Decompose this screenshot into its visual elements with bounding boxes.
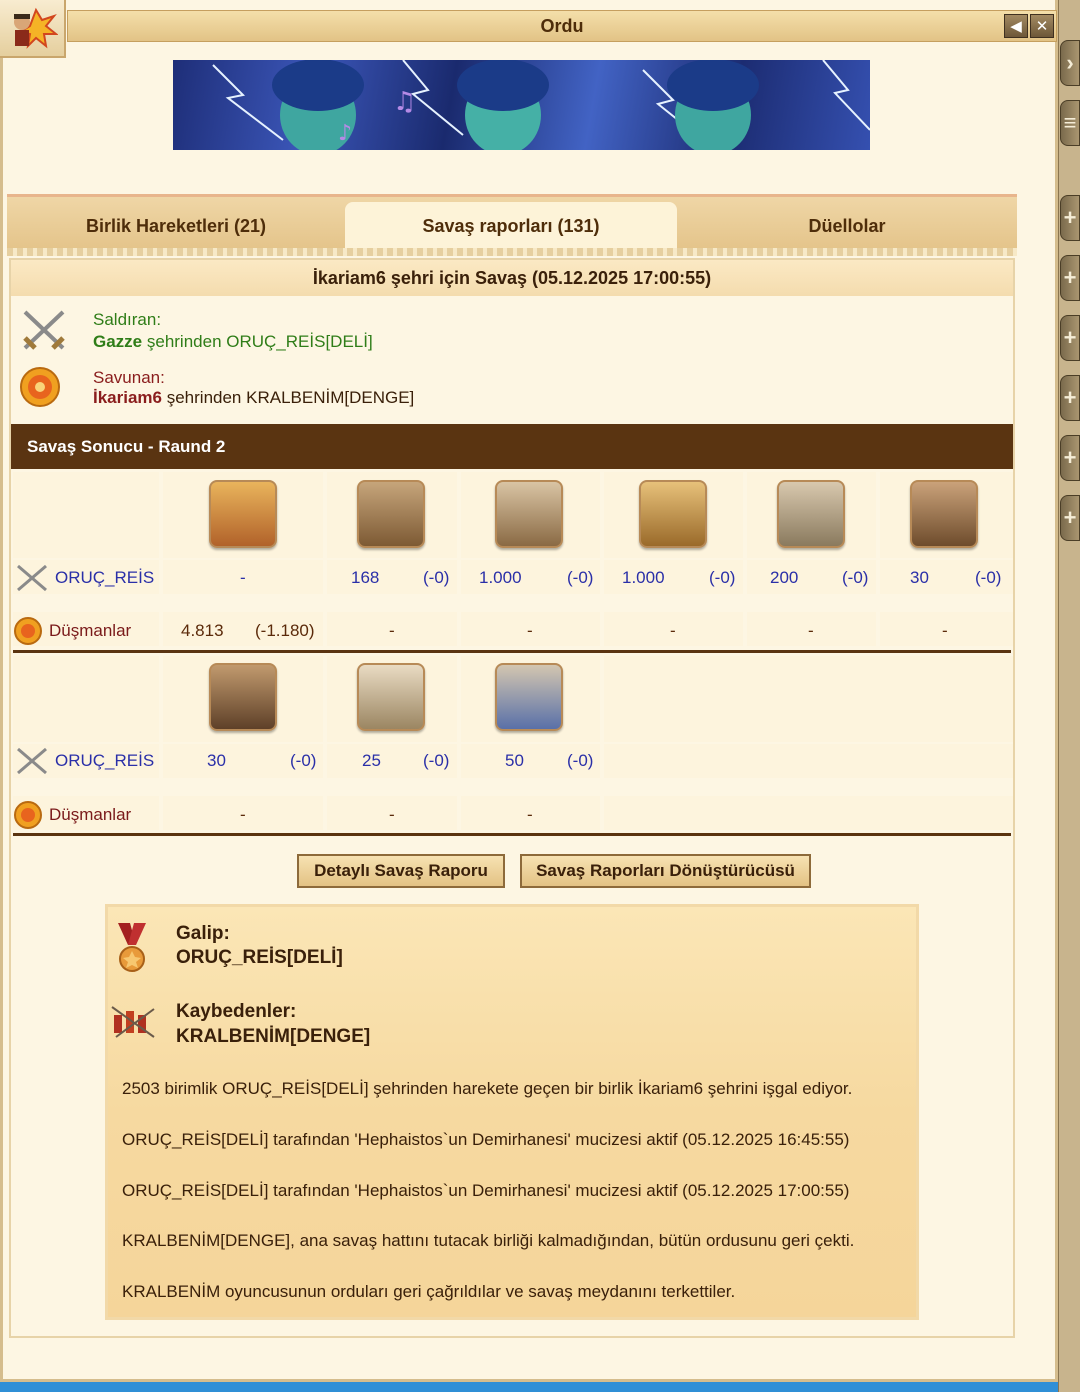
enemy-unit-loss: (-1.180) (255, 621, 315, 640)
unit-phalanx-icon[interactable] (639, 480, 707, 548)
window-title-bar: Ordu ◀ ✕ (67, 10, 1057, 42)
loser-label: Kaybedenler: (176, 1001, 297, 1022)
crossed-swords-icon (19, 308, 69, 357)
defender-label: Savunan: (93, 368, 165, 387)
tab-bar: Birlik Hareketleri (21) Savaş raporları … (7, 194, 1017, 250)
own-unit-loss: (-0) (423, 568, 450, 587)
own-unit-loss: (-0) (567, 751, 594, 770)
sidebar-plus-icon[interactable]: + (1060, 495, 1080, 541)
round-title: Savaş Sonucu - Raund 2 (11, 424, 1013, 469)
own-unit-loss: (-0) (290, 751, 317, 770)
own-player-link[interactable]: ORUÇ_REİS (55, 568, 154, 588)
loser-name: KRALBENİM[DENGE] (176, 1026, 371, 1047)
window-title: Ordu (540, 15, 584, 36)
sidebar-arrow-icon[interactable]: › (1060, 40, 1080, 86)
enemy-unit-count: - (527, 805, 533, 824)
battle-message: ORUÇ_REİS[DELİ] tarafından 'Hephaistos`u… (122, 1181, 850, 1200)
crossed-swords-icon (17, 747, 47, 775)
own-player-link[interactable]: ORUÇ_REİS (55, 751, 154, 771)
sidebar-plus-icon[interactable]: + (1060, 375, 1080, 421)
sidebar-scroll-icon[interactable]: ≡ (1060, 100, 1080, 146)
sidebar-plus-icon[interactable]: + (1060, 195, 1080, 241)
attacker-label: Saldıran: (93, 310, 162, 329)
unit-steam-giant-icon[interactable] (910, 480, 978, 548)
back-arrow-icon[interactable]: ◀ (1004, 14, 1028, 38)
right-sidebar: › ≡ + + + + + + (1058, 0, 1080, 1392)
own-unit-count: 50 (505, 751, 524, 770)
unit-cook-icon[interactable] (495, 663, 563, 731)
enemy-unit-count: 4.813 (181, 621, 224, 640)
tab-duels[interactable]: Düellolar (677, 202, 1017, 250)
enemy-row-label: Düşmanlar (13, 616, 131, 646)
svg-text:♪: ♪ (338, 121, 352, 146)
own-unit-loss: (-0) (567, 568, 594, 587)
battle-message: KRALBENİM oyuncusunun orduları geri çağr… (122, 1282, 736, 1301)
enemy-unit-count: - (527, 621, 533, 640)
enemy-unit-count: - (240, 805, 246, 824)
shield-icon (19, 366, 61, 413)
unit-catapult-icon[interactable] (209, 663, 277, 731)
row-divider (13, 833, 1011, 836)
medal-icon (116, 923, 148, 980)
own-unit-count: - (240, 568, 246, 587)
unit-swordsman-icon[interactable] (495, 480, 563, 548)
army-window: Ordu ◀ ✕ ♪ ♫ Birlik Hareketleri (21) Sav… (0, 0, 1058, 1382)
sidebar-plus-icon[interactable]: + (1060, 315, 1080, 361)
battle-result-box: Galip: ORUÇ_REİS[DELİ] Kaybedenler: KRAL… (105, 904, 919, 1320)
shield-icon (14, 801, 42, 829)
own-unit-count: 1.000 (622, 568, 665, 587)
battle-message: KRALBENİM[DENGE], ana savaş hattını tuta… (122, 1231, 855, 1250)
crossed-swords-icon (17, 564, 47, 592)
own-unit-count: 30 (910, 568, 929, 587)
decorative-border (7, 248, 1017, 256)
defender-city-link[interactable]: İkariam6 (93, 388, 162, 407)
own-unit-loss: (-0) (842, 568, 869, 587)
winner-name: ORUÇ_REİS[DELİ] (176, 947, 343, 968)
tab-battle-reports[interactable]: Savaş raporları (131) (345, 202, 677, 250)
unit-hoplite-icon[interactable] (357, 480, 425, 548)
enemy-unit-count: - (389, 805, 395, 824)
own-unit-count: 168 (351, 568, 380, 587)
sidebar-plus-icon[interactable]: + (1060, 255, 1080, 301)
battle-message: ORUÇ_REİS[DELİ] tarafından 'Hephaistos`u… (122, 1130, 850, 1149)
enemy-unit-count: - (942, 621, 948, 640)
winner-label: Galip: (176, 923, 230, 944)
unit-doctor-icon[interactable] (357, 663, 425, 731)
defender-info: İkariam6 şehrinden KRALBENİM[DENGE] (93, 388, 415, 407)
battle-message: 2503 birimlik ORUÇ_REİS[DELİ] şehrinden … (122, 1079, 853, 1098)
enemy-row-label: Düşmanlar (13, 800, 131, 830)
enemy-unit-count: - (808, 621, 814, 640)
close-icon[interactable]: ✕ (1030, 14, 1054, 38)
shield-icon (14, 617, 42, 645)
report-converter-button[interactable]: Savaş Raporları Dönüştürücüsü (520, 854, 811, 888)
sidebar-plus-icon[interactable]: + (1060, 435, 1080, 481)
svg-text:♫: ♫ (393, 87, 416, 117)
attacker-info: Gazze şehrinden ORUÇ_REİS[DELİ] (93, 332, 373, 351)
detailed-report-button[interactable]: Detaylı Savaş Raporu (297, 854, 505, 888)
own-unit-loss: (-0) (975, 568, 1002, 587)
tab-troop-movements[interactable]: Birlik Hareketleri (21) (7, 202, 345, 250)
enemy-unit-count: - (670, 621, 676, 640)
report-title: İkariam6 şehri için Savaş (05.12.2025 17… (11, 260, 1013, 296)
enemy-unit-count: - (389, 621, 395, 640)
own-unit-loss: (-0) (709, 568, 736, 587)
unit-ballista-icon[interactable] (777, 480, 845, 548)
own-row-label: ORUÇ_REİS (15, 747, 154, 775)
row-divider (13, 650, 1011, 653)
own-unit-count: 200 (770, 568, 799, 587)
own-unit-count: 1.000 (479, 568, 522, 587)
defeated-soldiers-icon (110, 1003, 158, 1044)
own-row-label: ORUÇ_REİS (15, 564, 154, 592)
header-banner-image: ♪ ♫ (173, 60, 870, 150)
attacker-city-link[interactable]: Gazze (93, 332, 142, 351)
advisor-avatar-icon[interactable] (0, 0, 66, 58)
own-unit-count: 25 (362, 751, 381, 770)
unit-spartan-icon[interactable] (209, 480, 277, 548)
own-unit-count: 30 (207, 751, 226, 770)
own-unit-loss: (-0) (423, 751, 450, 770)
battle-report-panel: İkariam6 şehri için Savaş (05.12.2025 17… (9, 258, 1015, 1338)
